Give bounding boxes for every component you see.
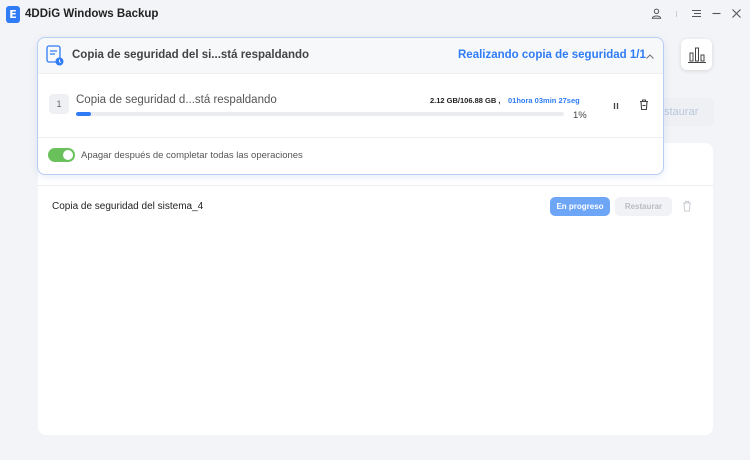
- list-divider: [38, 185, 713, 186]
- shutdown-toggle[interactable]: [48, 148, 75, 162]
- backup-row-name: Copia de seguridad del sistema_4: [52, 201, 204, 212]
- toggle-knob: [63, 150, 73, 160]
- shutdown-toggle-label: Apagar después de completar todas las op…: [81, 150, 303, 161]
- title-separator: [676, 11, 677, 17]
- menu-icon[interactable]: [687, 4, 705, 22]
- in-progress-button[interactable]: En progreso: [550, 197, 610, 216]
- progress-bar: [76, 112, 564, 116]
- job-index-badge: 1: [49, 94, 69, 114]
- pause-icon[interactable]: [610, 99, 622, 111]
- app-logo-icon: E: [6, 6, 20, 23]
- popup-divider: [38, 137, 663, 138]
- bar-chart-icon: [687, 47, 706, 63]
- progress-percent: 1%: [573, 110, 587, 121]
- job-name: Copia de seguridad d...stá respaldando: [76, 94, 277, 106]
- row-restore-button[interactable]: Restaurar: [615, 197, 672, 216]
- chevron-up-icon[interactable]: [644, 50, 656, 62]
- popup-title: Copia de seguridad del si...stá respalda…: [72, 49, 310, 61]
- backup-list-card: [38, 143, 713, 435]
- backup-progress-popup: Copia de seguridad del si...stá respalda…: [37, 37, 664, 175]
- trash-icon[interactable]: [680, 199, 694, 213]
- stop-icon[interactable]: [638, 98, 650, 111]
- progress-fill: [76, 112, 91, 116]
- popup-status: Realizando copia de seguridad 1/1: [458, 49, 646, 61]
- user-icon[interactable]: [647, 4, 665, 22]
- job-time-remaining: 01hora 03min 27seg: [508, 96, 580, 105]
- app-title: 4DDiG Windows Backup: [25, 8, 159, 20]
- popup-header[interactable]: Copia de seguridad del si...stá respalda…: [38, 38, 663, 74]
- backup-task-icon: [46, 45, 64, 67]
- minimize-icon[interactable]: [707, 4, 725, 22]
- statistics-button[interactable]: [681, 39, 712, 70]
- title-bar: E 4DDiG Windows Backup: [0, 0, 750, 30]
- close-icon[interactable]: [727, 4, 745, 22]
- job-size: 2.12 GB/106.88 GB ,: [430, 96, 501, 105]
